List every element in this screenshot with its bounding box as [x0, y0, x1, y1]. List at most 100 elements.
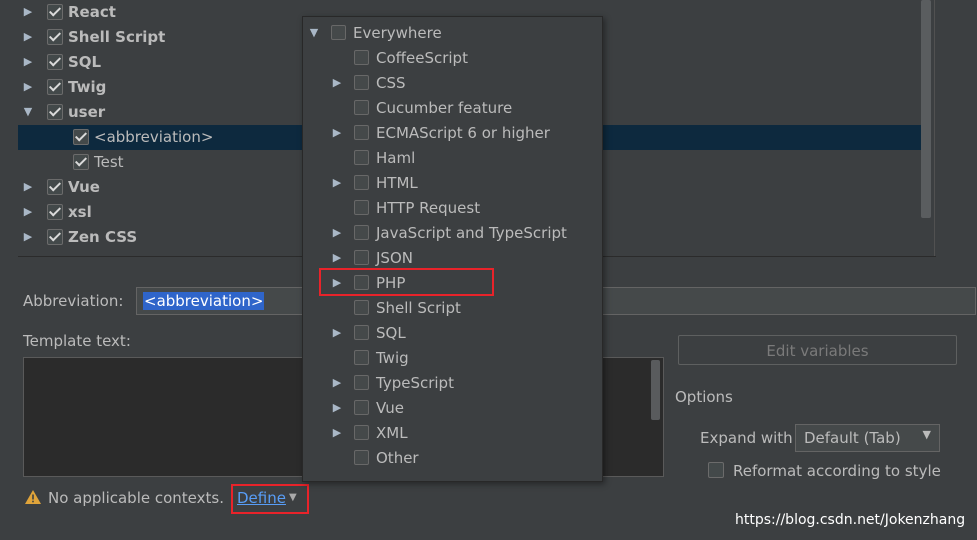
warning-text: No applicable contexts. [48, 489, 224, 507]
popup-item[interactable]: ▶ JavaScript and TypeScript [303, 221, 602, 246]
abbreviation-label: Abbreviation: [23, 292, 124, 310]
popup-item-label: Cucumber feature [376, 99, 513, 117]
popup-item-label: JSON [376, 249, 413, 267]
tree-item-checkbox[interactable] [73, 129, 89, 145]
popup-item[interactable]: Cucumber feature [303, 96, 602, 121]
popup-item-checkbox[interactable] [354, 375, 369, 390]
expand-down-icon[interactable]: ▼ [308, 26, 320, 39]
popup-item[interactable]: ▶ Vue [303, 396, 602, 421]
popup-item-checkbox[interactable] [354, 75, 369, 90]
expand-right-icon[interactable]: ▶ [22, 230, 34, 243]
popup-item[interactable]: HTTP Request [303, 196, 602, 221]
expand-right-icon[interactable]: ▶ [331, 401, 343, 414]
chevron-down-icon: ▼ [289, 492, 297, 503]
define-link[interactable]: Define [237, 489, 286, 507]
tree-item-label: Shell Script [68, 28, 166, 46]
tree-item-label: user [68, 103, 106, 121]
popup-item-checkbox[interactable] [331, 25, 346, 40]
tree-item-checkbox[interactable] [47, 29, 63, 45]
popup-item[interactable]: ▶ SQL [303, 321, 602, 346]
expand-with-label: Expand with [700, 429, 793, 447]
popup-item-label: HTML [376, 174, 418, 192]
template-text-label: Template text: [23, 332, 131, 350]
popup-item[interactable]: CoffeeScript [303, 46, 602, 71]
template-scrollbar[interactable] [651, 360, 660, 420]
tree-item-checkbox[interactable] [47, 104, 63, 120]
popup-item-checkbox[interactable] [354, 425, 369, 440]
popup-item-checkbox[interactable] [354, 450, 369, 465]
tree-item-label: SQL [68, 53, 102, 71]
popup-item[interactable]: Twig [303, 346, 602, 371]
expand-right-icon[interactable]: ▶ [331, 176, 343, 189]
expand-right-icon[interactable]: ▶ [331, 376, 343, 389]
popup-item-checkbox[interactable] [354, 50, 369, 65]
expand-right-icon[interactable]: ▶ [331, 226, 343, 239]
popup-item-everywhere[interactable]: ▼ Everywhere [303, 21, 602, 46]
tree-item-checkbox[interactable] [47, 204, 63, 220]
popup-item[interactable]: Shell Script [303, 296, 602, 321]
expand-right-icon[interactable]: ▶ [22, 80, 34, 93]
edit-variables-button[interactable]: Edit variables [678, 335, 957, 365]
expand-right-icon[interactable]: ▶ [331, 426, 343, 439]
tree-item-checkbox[interactable] [47, 229, 63, 245]
expand-down-icon[interactable]: ▼ [22, 105, 34, 118]
popup-item-label: TypeScript [376, 374, 454, 392]
popup-item-checkbox[interactable] [354, 100, 369, 115]
expand-right-icon[interactable]: ▶ [22, 55, 34, 68]
popup-item[interactable]: ▶ CSS [303, 71, 602, 96]
tree-item-label: <abbreviation> [94, 128, 214, 146]
expand-right-icon[interactable]: ▶ [331, 326, 343, 339]
popup-item-label: ECMAScript 6 or higher [376, 124, 550, 142]
popup-item-checkbox[interactable] [354, 250, 369, 265]
expand-with-value: Default (Tab) [804, 429, 901, 447]
popup-item-checkbox[interactable] [354, 350, 369, 365]
tree-item-label: Vue [68, 178, 100, 196]
popup-item-label: XML [376, 424, 408, 442]
expand-right-icon[interactable]: ▶ [22, 205, 34, 218]
popup-item-label: Vue [376, 399, 404, 417]
popup-item-checkbox[interactable] [354, 150, 369, 165]
expand-right-icon[interactable]: ▶ [331, 251, 343, 264]
expand-with-select[interactable]: Default (Tab) ▼ [795, 424, 940, 452]
popup-item-checkbox[interactable] [354, 300, 369, 315]
tree-item-checkbox[interactable] [47, 4, 63, 20]
popup-item-checkbox[interactable] [354, 175, 369, 190]
options-label: Options [675, 388, 733, 406]
tree-item-checkbox[interactable] [73, 154, 89, 170]
tree-item-label: Zen CSS [68, 228, 138, 246]
abbreviation-value: <abbreviation> [143, 292, 265, 310]
popup-item[interactable]: ▶ TypeScript [303, 371, 602, 396]
tree-item-label: Test [94, 153, 124, 171]
popup-item[interactable]: Haml [303, 146, 602, 171]
tree-item-label: Twig [68, 78, 107, 96]
php-highlight-box [319, 268, 494, 296]
popup-item[interactable]: ▶ HTML [303, 171, 602, 196]
popup-item-checkbox[interactable] [354, 125, 369, 140]
reformat-checkbox[interactable] [708, 462, 724, 478]
popup-item-label: Other [376, 449, 419, 467]
popup-item-checkbox[interactable] [354, 200, 369, 215]
tree-item-checkbox[interactable] [47, 54, 63, 70]
chevron-down-icon: ▼ [922, 428, 931, 441]
popup-item-checkbox[interactable] [354, 325, 369, 340]
expand-right-icon[interactable]: ▶ [331, 76, 343, 89]
popup-item-label: CoffeeScript [376, 49, 468, 67]
warning-icon [25, 490, 41, 504]
expand-right-icon[interactable]: ▶ [22, 30, 34, 43]
popup-item[interactable]: Other [303, 446, 602, 471]
popup-item-checkbox[interactable] [354, 400, 369, 415]
expand-right-icon[interactable]: ▶ [331, 126, 343, 139]
popup-item[interactable]: ▶ ECMAScript 6 or higher [303, 121, 602, 146]
tree-item-checkbox[interactable] [47, 79, 63, 95]
tree-item-label: xsl [68, 203, 92, 221]
expand-right-icon[interactable]: ▶ [22, 180, 34, 193]
tree-scrollbar[interactable] [921, 0, 931, 218]
tree-item-checkbox[interactable] [47, 179, 63, 195]
context-popup[interactable]: ▼ Everywhere CoffeeScript ▶ CSS Cucumber feat… [302, 16, 603, 482]
expand-right-icon[interactable]: ▶ [22, 5, 34, 18]
watermark: https://blog.csdn.net/Jokenzhang [735, 512, 966, 528]
popup-item-label: Everywhere [353, 24, 442, 42]
popup-item-label: Twig [376, 349, 409, 367]
popup-item[interactable]: ▶ XML [303, 421, 602, 446]
popup-item-checkbox[interactable] [354, 225, 369, 240]
